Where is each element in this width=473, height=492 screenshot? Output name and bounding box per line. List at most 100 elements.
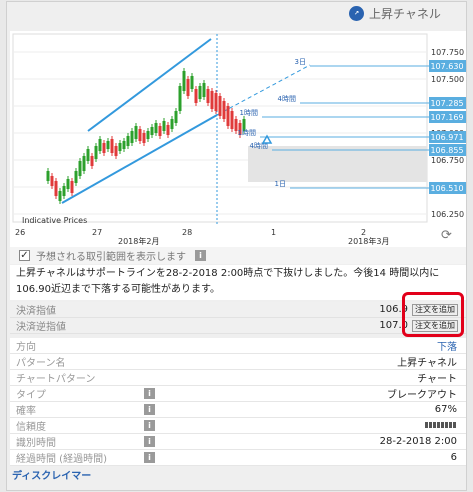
detail-label: 信頼度 — [16, 422, 46, 433]
panel-title: 上昇チャネル — [369, 6, 441, 21]
candle-body — [114, 146, 118, 156]
candle-body — [102, 143, 106, 153]
pattern-description: 上昇チャネルはサポートラインを28-2-2018 2:00時点で下抜けしました。… — [10, 265, 466, 300]
price-tag-label: 106.855 — [430, 146, 463, 155]
candle-body — [130, 131, 134, 143]
candle-body — [162, 121, 166, 131]
candle-body — [202, 83, 206, 97]
detail-label: チャートパターン — [16, 374, 96, 385]
price-tag-label: 106.971 — [430, 133, 463, 142]
price-tag-label: 107.285 — [430, 99, 463, 108]
candle-body — [82, 156, 86, 171]
info-icon[interactable]: i — [144, 388, 155, 399]
candle-body — [166, 125, 170, 135]
detail-label: 識別時間 — [16, 438, 56, 449]
x-tick-label: 2 — [361, 228, 366, 237]
candle-body — [110, 139, 114, 153]
candle-body — [210, 91, 214, 109]
detail-label: 確率 — [16, 406, 36, 417]
candle-body — [78, 161, 82, 176]
stop-loss-row: 決済逆指値 107.0 注文を追加 — [10, 318, 466, 334]
x-tick-label: 28 — [182, 228, 192, 237]
candle-body — [218, 96, 222, 116]
x-group-label: 2018年3月 — [348, 236, 389, 246]
detail-row-elapsed-time: 経過時間 (経過時間) i 6 — [10, 450, 466, 466]
info-icon[interactable]: i — [144, 404, 155, 415]
candle-body — [138, 129, 142, 141]
candle-body — [86, 149, 90, 161]
level-label: 1日 — [275, 180, 286, 188]
info-icon[interactable]: i — [144, 452, 155, 463]
detail-label: タイプ — [16, 390, 46, 401]
candle-body — [226, 106, 230, 126]
x-tick-label: 27 — [92, 228, 102, 237]
detail-row-reliability: 信頼度 i — [10, 418, 466, 434]
detail-value: チャート — [417, 374, 457, 385]
candle-body — [94, 146, 98, 159]
forecast-range-label: 予想される取引範囲を表示します — [36, 252, 186, 263]
detail-row-type: タイプ i ブレークアウト — [10, 386, 466, 402]
y-tick-label: 107.750 — [431, 48, 464, 57]
detail-value: 6 — [450, 452, 457, 463]
candle-body — [142, 133, 146, 143]
candle-body — [186, 79, 190, 96]
take-profit-label: 決済指値 — [16, 306, 56, 317]
detail-row-direction: 方向 下落 — [10, 338, 466, 354]
candle-body — [190, 76, 194, 89]
candle-body — [74, 171, 78, 183]
info-icon[interactable]: i — [144, 436, 155, 447]
candle-body — [206, 89, 210, 103]
candle-body — [118, 143, 122, 151]
candle-body — [66, 179, 70, 189]
reliability-bar-icon — [425, 422, 457, 428]
candle-body — [58, 191, 62, 201]
order-section: 決済指値 106.9 注文を追加 決済逆指値 107.0 注文を追加 — [10, 302, 466, 334]
pattern-details: 方向 下落 パターン名 上昇チャネル チャートパターン チャート タイプ i ブ… — [10, 338, 466, 466]
refresh-icon[interactable]: ⟳ — [441, 229, 454, 242]
level-label: 3日 — [295, 58, 306, 66]
detail-value: 67% — [434, 404, 457, 415]
candle-body — [194, 89, 198, 103]
take-profit-row: 決済指値 106.9 注文を追加 — [10, 302, 466, 318]
candle-body — [126, 136, 130, 146]
candle-body — [122, 141, 126, 149]
detail-value — [425, 420, 466, 431]
candle-body — [134, 126, 138, 139]
indicative-prices-label: Indicative Prices — [22, 216, 87, 225]
candle-body — [146, 131, 150, 139]
price-tag-label: 107.630 — [430, 62, 463, 71]
x-group-label: 2018年2月 — [118, 236, 159, 246]
disclaimer-link[interactable]: ディスクレイマー — [12, 467, 91, 482]
x-tick-label: 26 — [15, 228, 25, 237]
candle-body — [70, 181, 74, 193]
price-chart[interactable]: 107.750107.500107.250107.000106.750106.5… — [10, 31, 466, 247]
detail-row-identified-time: 識別時間 i 28-2-2018 2:00 — [10, 434, 466, 450]
candle-body — [150, 127, 154, 135]
detail-label: パターン名 — [16, 358, 66, 369]
forecast-range-checkbox[interactable]: ✓ — [19, 250, 30, 261]
stop-loss-value: 107.0 — [379, 320, 408, 331]
info-icon[interactable]: i — [144, 420, 155, 431]
add-take-profit-order-button[interactable]: 注文を追加 — [412, 303, 458, 316]
price-tag-label: 106.510 — [430, 184, 463, 193]
take-profit-value: 106.9 — [379, 304, 408, 315]
candle-body — [222, 101, 226, 119]
detail-row-probability: 確率 i 67% — [10, 402, 466, 418]
forecast-range-row[interactable]: ✓ 予想される取引範囲を表示します i — [10, 247, 466, 264]
detail-row-pattern-name: パターン名 上昇チャネル — [10, 354, 466, 370]
candle-body — [182, 71, 186, 91]
chart-svg: 107.750107.500107.250107.000106.750106.5… — [12, 33, 466, 246]
plot-area — [12, 33, 428, 223]
detail-value: 下落 — [437, 342, 457, 353]
detail-label: 方向 — [16, 342, 36, 353]
channel-extension-line — [216, 64, 311, 116]
candle-body — [158, 126, 162, 136]
candle-body — [106, 141, 110, 149]
x-tick-label: 1 — [271, 228, 276, 237]
price-tag-label: 107.169 — [430, 113, 463, 122]
y-tick-label: 106.750 — [431, 156, 464, 165]
add-stop-loss-order-button[interactable]: 注文を追加 — [412, 319, 458, 332]
y-tick-label: 106.250 — [431, 210, 464, 219]
info-icon[interactable]: i — [195, 250, 206, 261]
stop-loss-label: 決済逆指値 — [16, 322, 66, 333]
